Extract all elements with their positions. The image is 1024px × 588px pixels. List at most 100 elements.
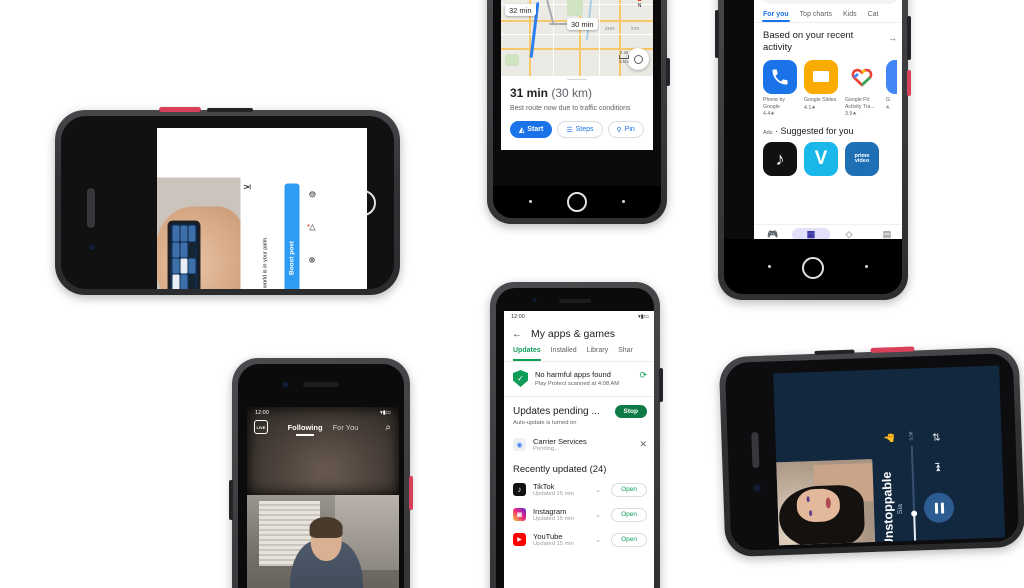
pending-app-row[interactable]: ◉ Carrier Services Pending... ✕ — [504, 432, 654, 457]
chevron-down-icon[interactable]: ⌄ — [595, 511, 601, 519]
recent-activity-header: Based on your recent activity → — [754, 23, 902, 54]
table-row[interactable]: ♪ TikTok Updated 15 min ⌄ Open — [504, 477, 654, 502]
volume-button[interactable] — [207, 108, 253, 112]
tab-kids[interactable]: Kids — [843, 11, 857, 22]
phone-my-apps: 12:00 ▾▮▭ ← My apps & games Updates Inst… — [490, 282, 663, 588]
phone-bezel: 31 min 32 min 30 min HONGQI DISTRICT ZHO… — [493, 0, 661, 218]
back-nav-dot[interactable] — [768, 265, 771, 268]
pause-icon[interactable] — [923, 492, 955, 524]
start-button[interactable]: ◭ Start — [510, 121, 553, 139]
back-arrow-icon[interactable]: ← — [512, 329, 522, 340]
app-rating: 4.1★ — [804, 104, 816, 111]
live-badge-icon[interactable]: LIVE — [254, 420, 268, 434]
auto-update-note: Auto-update is turned on — [513, 420, 577, 427]
tab-updates[interactable]: Updates — [513, 347, 541, 361]
ad-app-card[interactable]: ♪ — [763, 142, 797, 177]
red-accent-button[interactable] — [870, 346, 915, 353]
steps-button[interactable]: ☰ Steps — [557, 121, 603, 139]
stop-button[interactable]: Stop — [614, 405, 647, 419]
repeat-icon[interactable]: ⇄ — [931, 433, 942, 442]
chevron-down-icon[interactable]: ⌄ — [595, 486, 601, 494]
red-accent-button[interactable] — [159, 107, 201, 112]
tab-categories[interactable]: Cat — [868, 11, 879, 22]
tab-share[interactable]: Shar — [618, 347, 633, 361]
app-card[interactable]: Phone by Google 4.4★ — [763, 59, 797, 117]
status-bar: 12:00 ▾▮▭ — [504, 311, 654, 322]
eta-row: 31 min (30 km) — [510, 86, 644, 100]
recently-updated-title: Recently updated (24) — [513, 464, 607, 476]
table-row[interactable]: ◙ Instagram Updated 15 min ⌄ Open — [504, 502, 654, 527]
front-camera — [532, 298, 537, 303]
app-card-partial[interactable]: G 4. — [886, 59, 897, 118]
boost-post-button[interactable]: Boost post — [284, 183, 300, 289]
power-button[interactable] — [907, 16, 911, 60]
open-button[interactable]: Open — [611, 507, 647, 522]
recents-nav-dot[interactable] — [865, 265, 868, 268]
start-label: Start — [527, 126, 544, 134]
close-icon[interactable]: ✕ — [639, 439, 647, 450]
refresh-icon[interactable]: ⟳ — [639, 370, 647, 381]
add-icon[interactable]: ⊕ — [307, 257, 316, 264]
thumb-up-icon[interactable]: 👍 — [884, 432, 895, 444]
ad-app-card[interactable]: V — [804, 142, 838, 177]
back-nav-dot[interactable] — [529, 200, 532, 203]
app-status: Updated 15 min — [533, 516, 574, 523]
partial-app-icon — [886, 59, 897, 94]
table-row[interactable]: ▶ YouTube Updated 15 min ⌄ Open — [504, 527, 654, 552]
volume-button[interactable] — [814, 349, 855, 355]
bookmark-icon[interactable]: ⊻ — [243, 184, 253, 191]
red-accent-button[interactable] — [907, 70, 911, 96]
my-location-icon[interactable] — [627, 48, 649, 70]
phone-bezel: 12:00 ▾▮▭ LIVE Following For You ⌕ — [238, 364, 404, 588]
compass-north-icon[interactable]: ▲N — [636, 0, 643, 9]
chevron-right-icon[interactable]: → — [888, 30, 897, 44]
chevron-down-icon[interactable]: ⌄ — [595, 536, 601, 544]
app-card[interactable]: Google Fit: Activity Tra... 3.9★ — [845, 59, 879, 117]
earpiece-speaker — [303, 382, 339, 387]
volume-button[interactable] — [229, 480, 233, 520]
drag-handle[interactable] — [567, 78, 587, 80]
phones-showcase: 12:00 ▾ ▮ ▭ unihertzjelly ••• — [0, 0, 1024, 588]
home-nav-ring[interactable] — [802, 257, 824, 279]
app-status: Updated 15 min — [533, 541, 574, 548]
reels-icon[interactable]: ▷ — [307, 224, 316, 230]
profile-icon[interactable]: ◍ — [307, 191, 316, 198]
open-button[interactable]: Open — [611, 532, 647, 547]
phone-bezel: 12:00 ▾ ▮ ▭ unihertzjelly ••• — [61, 116, 394, 289]
previous-track-icon[interactable]: ⏮ — [935, 544, 946, 545]
app-card[interactable]: Google Slides 4.1★ — [804, 59, 838, 118]
tab-installed[interactable]: Installed — [551, 347, 577, 361]
tab-top-charts[interactable]: Top charts — [800, 11, 832, 22]
play-protect-card[interactable]: ✓ No harmful apps found Play Protect sca… — [504, 362, 654, 398]
time-total: 3:38 — [908, 431, 914, 441]
next-track-icon[interactable]: ⏭ — [932, 462, 943, 471]
artwork-lips — [825, 497, 831, 509]
power-button[interactable] — [666, 58, 670, 86]
view-insights-link[interactable]: View insights — [270, 178, 283, 290]
pin-button[interactable]: ⚲ Pin — [607, 121, 644, 139]
ad-app-card[interactable]: prime video — [845, 142, 879, 177]
tab-for-you[interactable]: For You — [333, 423, 359, 432]
route-pill-alt2[interactable]: 30 min — [567, 18, 598, 30]
home-nav-ring[interactable] — [567, 192, 587, 212]
ads-title: Suggested for you — [780, 126, 854, 137]
eta-time: 31 min — [510, 86, 549, 100]
route-pill-alt1[interactable]: 32 min — [505, 4, 536, 16]
tab-following[interactable]: Following — [288, 423, 323, 436]
recents-nav-dot[interactable] — [622, 200, 625, 203]
tiktok-icon: ♪ — [763, 142, 797, 177]
prime-video-icon: prime video — [845, 142, 879, 177]
volume-button[interactable] — [715, 10, 719, 58]
open-button[interactable]: Open — [611, 482, 647, 497]
app-name: Google Fit: Activity Tra... — [845, 96, 875, 110]
maps-screen: 31 min 32 min 30 min HONGQI DISTRICT ZHO… — [501, 0, 653, 150]
eta-subtitle: Best route now due to traffic conditions — [510, 105, 631, 112]
section-title: Based on your recent activity — [763, 30, 854, 53]
map-canvas[interactable]: 31 min 32 min 30 min HONGQI DISTRICT ZHO… — [501, 0, 653, 76]
tab-library[interactable]: Library — [587, 347, 608, 361]
tab-for-you[interactable]: For you — [762, 11, 790, 22]
power-button[interactable] — [659, 368, 663, 402]
red-accent-button[interactable] — [409, 476, 413, 510]
video-feed[interactable]: ◔ ♡ — [247, 495, 399, 588]
search-icon[interactable]: ⌕ — [385, 422, 391, 433]
